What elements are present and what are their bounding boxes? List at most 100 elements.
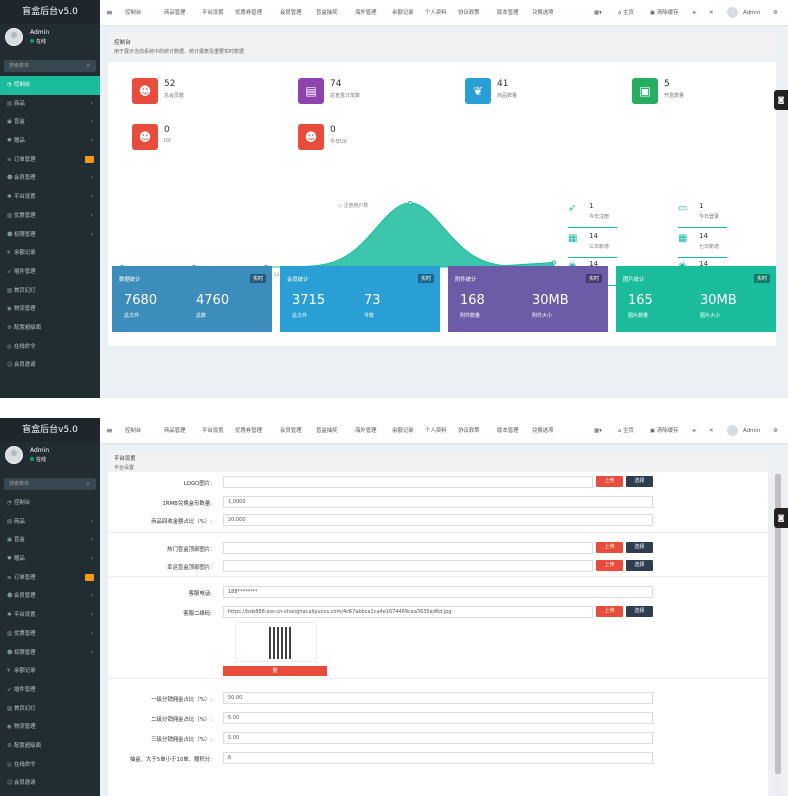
top-nav-item[interactable]: 会员管理 (280, 0, 302, 26)
text-input[interactable] (223, 476, 593, 488)
upload-button[interactable]: 上传 (596, 560, 623, 571)
text-input[interactable]: 6 (223, 752, 653, 764)
sidebar-item[interactable]: ☺会员邀请 (0, 774, 100, 793)
fullscreen-icon[interactable]: ✕ (709, 418, 714, 444)
upload-button[interactable]: 上传 (596, 542, 623, 553)
top-nav-item[interactable]: 盲盒抽奖 (316, 0, 338, 26)
top-nav-item[interactable]: 兑换选项 (532, 0, 554, 26)
fullscreen-icon[interactable]: ✕ (709, 0, 714, 26)
upload-button[interactable]: 上传 (596, 606, 623, 617)
sidebar-item[interactable]: ¥ 余额记录 (0, 662, 100, 681)
sidebar-item[interactable]: ➶ 插件管理 (0, 681, 100, 700)
sidebar-item[interactable]: ▣ 盲盒 ‹ (0, 531, 100, 550)
menu-toggle-icon[interactable]: ≡ (106, 418, 113, 444)
sidebar-item[interactable]: ◉ 物流管理 (0, 718, 100, 737)
top-nav-item[interactable]: 协议政策 (458, 418, 480, 444)
brand-title[interactable]: 盲盒后台v5.0 (0, 418, 100, 442)
clear-cache-button[interactable]: ▣ 清除缓存 (650, 418, 678, 444)
sidebar-item[interactable]: ☻会员管理 ‹ (0, 587, 100, 606)
sidebar-item[interactable]: ≡ 订单管理 (0, 569, 100, 588)
sidebar-item[interactable]: ⚙ 配置超级面 (0, 737, 100, 756)
gear-icon[interactable]: ⚙ (773, 418, 778, 444)
menu-toggle-icon[interactable]: ≡ (106, 0, 113, 26)
sidebar-item[interactable]: ◔ 控制台 (0, 494, 100, 513)
top-nav-item[interactable]: 兑换选项 (532, 418, 554, 444)
floating-tool-icon[interactable]: ◙ (774, 90, 788, 110)
grid-menu-icon[interactable]: ▦▾ (594, 0, 602, 26)
sidebar-item[interactable]: ◉ 物流管理 (0, 300, 100, 319)
top-nav-item[interactable]: 优惠券管理 (235, 418, 262, 444)
sidebar-item[interactable]: ☻权限管理 ‹ (0, 644, 100, 663)
upload-button[interactable]: 上传 (596, 476, 623, 487)
chevron-left-icon[interactable]: ‹ (91, 207, 93, 226)
choose-button[interactable]: 选择 (626, 476, 653, 487)
sidebar-item[interactable]: ▤ 商品 ‹ (0, 513, 100, 532)
text-input[interactable] (223, 542, 593, 554)
text-input[interactable]: https://bxb888.oss-cn-shanghai.aliyuncs.… (223, 606, 593, 618)
top-nav-item[interactable]: 余额记录 (392, 0, 414, 26)
data-point[interactable] (407, 200, 413, 206)
data-point[interactable] (551, 260, 557, 265)
text-input[interactable]: 1,0000 (223, 496, 653, 508)
sidebar-search[interactable]: 搜索菜单 ⌕ (4, 60, 96, 72)
top-nav-item[interactable]: 平台设置 (202, 418, 224, 444)
top-nav-item[interactable]: 个人资料 (425, 0, 447, 26)
sidebar-item[interactable]: ◎ 在线命令 (0, 338, 100, 357)
choose-button[interactable]: 选择 (626, 560, 653, 571)
top-nav-item[interactable]: 海外管理 (355, 0, 377, 26)
top-user-name[interactable]: Admin (743, 418, 760, 444)
top-nav-item[interactable]: 控制台 (125, 418, 141, 444)
sidebar-item[interactable]: ▨ 首页幻灯 (0, 282, 100, 301)
text-input[interactable]: 20.000 (223, 514, 653, 526)
top-nav-item[interactable]: 优惠券管理 (235, 0, 262, 26)
top-nav-item[interactable]: 会员管理 (280, 418, 302, 444)
chevron-left-icon[interactable]: ‹ (91, 95, 93, 114)
gear-icon[interactable]: ⚙ (773, 0, 778, 26)
sidebar-item[interactable]: ♥ 赠品 ‹ (0, 550, 100, 569)
top-nav-item[interactable]: 海外管理 (355, 418, 377, 444)
text-input[interactable]: 188******** (223, 586, 653, 598)
sidebar-search[interactable]: 搜索菜单 ⌕ (4, 478, 96, 490)
top-nav-item[interactable]: 余额记录 (392, 418, 414, 444)
sidebar-item[interactable]: ▥ 优惠管理 ‹ (0, 207, 100, 226)
clear-cache-button[interactable]: ▣ 清除缓存 (650, 0, 678, 26)
text-input[interactable] (223, 560, 593, 572)
text-input[interactable]: 50.00 (223, 692, 653, 704)
sidebar-item[interactable]: ◔ 控制台 (0, 76, 100, 95)
top-user-name[interactable]: Admin (743, 0, 760, 26)
sidebar-item[interactable]: ☻会员管理 ‹ (0, 169, 100, 188)
chevron-left-icon[interactable]: ‹ (91, 226, 93, 245)
home-link[interactable]: ⌂ 主页 (618, 418, 634, 444)
chevron-left-icon[interactable]: ‹ (91, 513, 93, 532)
choose-button[interactable]: 选择 (626, 542, 653, 553)
chevron-left-icon[interactable]: ‹ (91, 169, 93, 188)
home-link[interactable]: ⌂ 主页 (618, 0, 634, 26)
chevron-left-icon[interactable]: ‹ (91, 188, 93, 207)
sidebar-item[interactable]: ▣ 盲盒 ‹ (0, 113, 100, 132)
chevron-left-icon[interactable]: ‹ (91, 113, 93, 132)
top-nav-item[interactable]: 平台设置 (202, 0, 224, 26)
top-nav-item[interactable]: 版本管理 (497, 418, 519, 444)
sidebar-item[interactable]: ✱ 平台设置 ‹ (0, 188, 100, 207)
top-nav-item[interactable]: 控制台 (125, 0, 141, 26)
text-input[interactable]: 5.00 (223, 712, 653, 724)
sidebar-item[interactable]: ☻权限管理 ‹ (0, 226, 100, 245)
top-nav-item[interactable]: 盲盒抽奖 (316, 418, 338, 444)
chevron-left-icon[interactable]: ‹ (91, 132, 93, 151)
sidebar-item[interactable]: ♥ 赠品 ‹ (0, 132, 100, 151)
floating-tool-icon[interactable]: ◙ (774, 508, 788, 528)
sidebar-item[interactable]: ▤ 商品 ‹ (0, 95, 100, 114)
chevron-left-icon[interactable]: ‹ (91, 644, 93, 663)
sidebar-item[interactable]: ➶ 插件管理 (0, 263, 100, 282)
chevron-left-icon[interactable]: ‹ (91, 550, 93, 569)
theme-icon[interactable]: ⌯ (692, 0, 696, 26)
top-avatar[interactable] (727, 0, 738, 26)
top-nav-item[interactable]: 商品管理 (164, 0, 186, 26)
chart-legend[interactable]: ◇ 注册用户数 (338, 202, 368, 209)
top-avatar[interactable] (727, 418, 738, 444)
sidebar-item[interactable]: ¥ 余额记录 (0, 244, 100, 263)
chevron-left-icon[interactable]: ‹ (91, 606, 93, 625)
top-nav-item[interactable]: 商品管理 (164, 418, 186, 444)
text-input[interactable]: 5.00 (223, 732, 653, 744)
sidebar-item[interactable]: ▨ 首页幻灯 (0, 700, 100, 719)
